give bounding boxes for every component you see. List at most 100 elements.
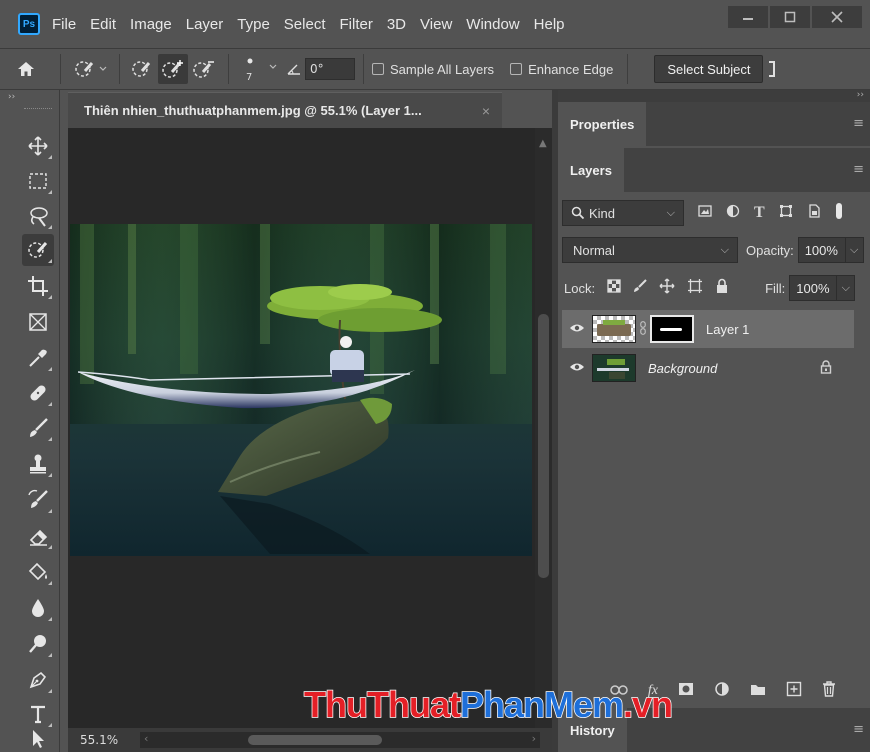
- menu-layer[interactable]: Layer: [186, 16, 224, 33]
- zoom-level[interactable]: 55.1%: [68, 733, 128, 747]
- history-brush-tool[interactable]: [22, 484, 54, 516]
- select-and-mask-icon[interactable]: [763, 59, 781, 79]
- layer-kind-filter[interactable]: Kind ⌵: [562, 200, 684, 226]
- pixel-filter-icon[interactable]: [698, 205, 712, 221]
- opacity-dropdown-icon[interactable]: ⌵: [845, 237, 864, 263]
- lasso-tool[interactable]: [22, 200, 54, 232]
- adjustment-filter-icon[interactable]: [726, 204, 740, 222]
- lock-artboard-icon[interactable]: [687, 278, 703, 298]
- menu-edit[interactable]: Edit: [90, 16, 116, 33]
- horizontal-scrollbar[interactable]: ‹ ›: [140, 732, 540, 748]
- lock-image-pixels-icon[interactable]: [633, 279, 647, 297]
- mask-link-icon[interactable]: [640, 320, 646, 338]
- close-document-icon[interactable]: ×: [482, 103, 490, 119]
- chevron-down-icon: ⌵: [666, 206, 675, 219]
- menu-filter[interactable]: Filter: [340, 16, 373, 33]
- menu-image[interactable]: Image: [130, 16, 172, 33]
- photoshop-logo[interactable]: Ps: [18, 13, 40, 35]
- layer-mask-thumbnail[interactable]: [650, 315, 694, 343]
- delete-layer-trash-icon[interactable]: [822, 681, 836, 701]
- horizontal-scroll-thumb[interactable]: [248, 735, 382, 745]
- separator: [60, 54, 61, 84]
- menu-help[interactable]: Help: [534, 16, 565, 33]
- eraser-tool[interactable]: [22, 520, 54, 552]
- add-mask-icon[interactable]: [678, 682, 694, 700]
- blur-tool[interactable]: [22, 592, 54, 624]
- drop-icon: [32, 599, 44, 617]
- menu-select[interactable]: Select: [284, 16, 326, 33]
- canvas-image[interactable]: [70, 224, 532, 556]
- document-tab[interactable]: Thiên nhien_thuthuatphanmem.jpg @ 55.1% …: [68, 92, 502, 128]
- panel-menu-icon[interactable]: ≡: [853, 116, 864, 131]
- brush-tool[interactable]: [22, 412, 54, 444]
- move-tool[interactable]: [22, 130, 54, 162]
- layer-row-layer-1[interactable]: Layer 1: [562, 310, 854, 348]
- pen-tool[interactable]: [22, 664, 54, 696]
- select-subject-button[interactable]: Select Subject: [654, 55, 764, 83]
- new-group-folder-icon[interactable]: [750, 682, 766, 700]
- scroll-left-icon[interactable]: ‹: [144, 732, 148, 745]
- layer-row-background[interactable]: Background: [562, 349, 854, 387]
- frame-tool[interactable]: [22, 306, 54, 338]
- fill-input[interactable]: 100%: [789, 275, 838, 301]
- layer-lock-icon[interactable]: [820, 359, 832, 377]
- menu-view[interactable]: View: [420, 16, 452, 33]
- vertical-scrollbar[interactable]: ▲: [535, 128, 552, 728]
- crop-tool[interactable]: [22, 270, 54, 302]
- sample-all-layers-label: Sample All Layers: [390, 61, 495, 77]
- healing-brush-tool[interactable]: [22, 377, 54, 409]
- eyedropper-tool[interactable]: [22, 342, 54, 374]
- blend-mode-select[interactable]: Normal ⌵: [562, 237, 738, 263]
- home-button[interactable]: [0, 60, 52, 78]
- lock-position-icon[interactable]: [659, 278, 675, 298]
- shape-filter-icon[interactable]: [779, 204, 793, 222]
- clone-stamp-tool[interactable]: [22, 448, 54, 480]
- menu-type[interactable]: Type: [237, 16, 270, 33]
- dodge-tool[interactable]: [22, 628, 54, 660]
- tools-collapse-icon[interactable]: ››: [8, 92, 15, 102]
- filter-toggle-icon[interactable]: [835, 202, 843, 224]
- panels-collapse-icon[interactable]: ››: [558, 90, 870, 102]
- background-thumbnail[interactable]: [592, 354, 636, 382]
- layer-name[interactable]: Layer 1: [706, 322, 749, 337]
- path-selection-tool[interactable]: [22, 726, 54, 752]
- quick-selection-tool[interactable]: [22, 234, 54, 266]
- fill-dropdown-icon[interactable]: ⌵: [837, 275, 856, 301]
- add-to-selection-button[interactable]: [158, 54, 188, 84]
- new-layer-icon[interactable]: [786, 681, 802, 701]
- adjustment-layer-icon[interactable]: [714, 681, 730, 701]
- visibility-eye-icon[interactable]: [562, 361, 592, 376]
- smart-object-filter-icon[interactable]: [807, 204, 821, 222]
- type-filter-icon[interactable]: T: [754, 204, 765, 222]
- lock-transparent-pixels-icon[interactable]: [607, 279, 621, 297]
- new-selection-button[interactable]: [128, 59, 158, 79]
- opacity-input[interactable]: 100%: [797, 237, 846, 263]
- scroll-up-icon[interactable]: ▲: [539, 138, 547, 149]
- maximize-button[interactable]: [770, 6, 810, 28]
- paint-bucket-tool[interactable]: [22, 556, 54, 588]
- layers-panel: Kind ⌵ T Normal ⌵ Opacity: 100% ⌵ Lock:: [558, 192, 870, 712]
- panel-menu-icon[interactable]: ≡: [853, 722, 864, 737]
- tab-layers[interactable]: Layers: [558, 148, 624, 192]
- visibility-eye-icon[interactable]: [562, 322, 592, 337]
- lock-all-icon[interactable]: [715, 278, 729, 298]
- layer-1-thumbnail[interactable]: [592, 315, 636, 343]
- vertical-scroll-thumb[interactable]: [538, 314, 549, 578]
- scroll-right-icon[interactable]: ›: [532, 732, 536, 745]
- angle-input[interactable]: 0°: [305, 58, 355, 80]
- marquee-tool[interactable]: [22, 165, 54, 197]
- tab-properties[interactable]: Properties: [558, 102, 647, 146]
- minimize-button[interactable]: [728, 6, 768, 28]
- menu-3d[interactable]: 3D: [387, 16, 406, 33]
- sample-all-layers-checkbox[interactable]: [372, 63, 384, 75]
- fill-label: Fill:: [765, 280, 786, 296]
- panel-menu-icon[interactable]: ≡: [853, 162, 864, 177]
- enhance-edge-checkbox[interactable]: [510, 63, 523, 75]
- brush-size-picker[interactable]: 7: [237, 52, 283, 86]
- subtract-from-selection-button[interactable]: [188, 59, 220, 79]
- layer-name[interactable]: Background: [648, 361, 717, 376]
- menu-file[interactable]: File: [52, 16, 76, 33]
- menu-window[interactable]: Window: [466, 16, 519, 33]
- close-window-button[interactable]: [812, 6, 862, 28]
- tool-preset-picker[interactable]: [69, 59, 111, 79]
